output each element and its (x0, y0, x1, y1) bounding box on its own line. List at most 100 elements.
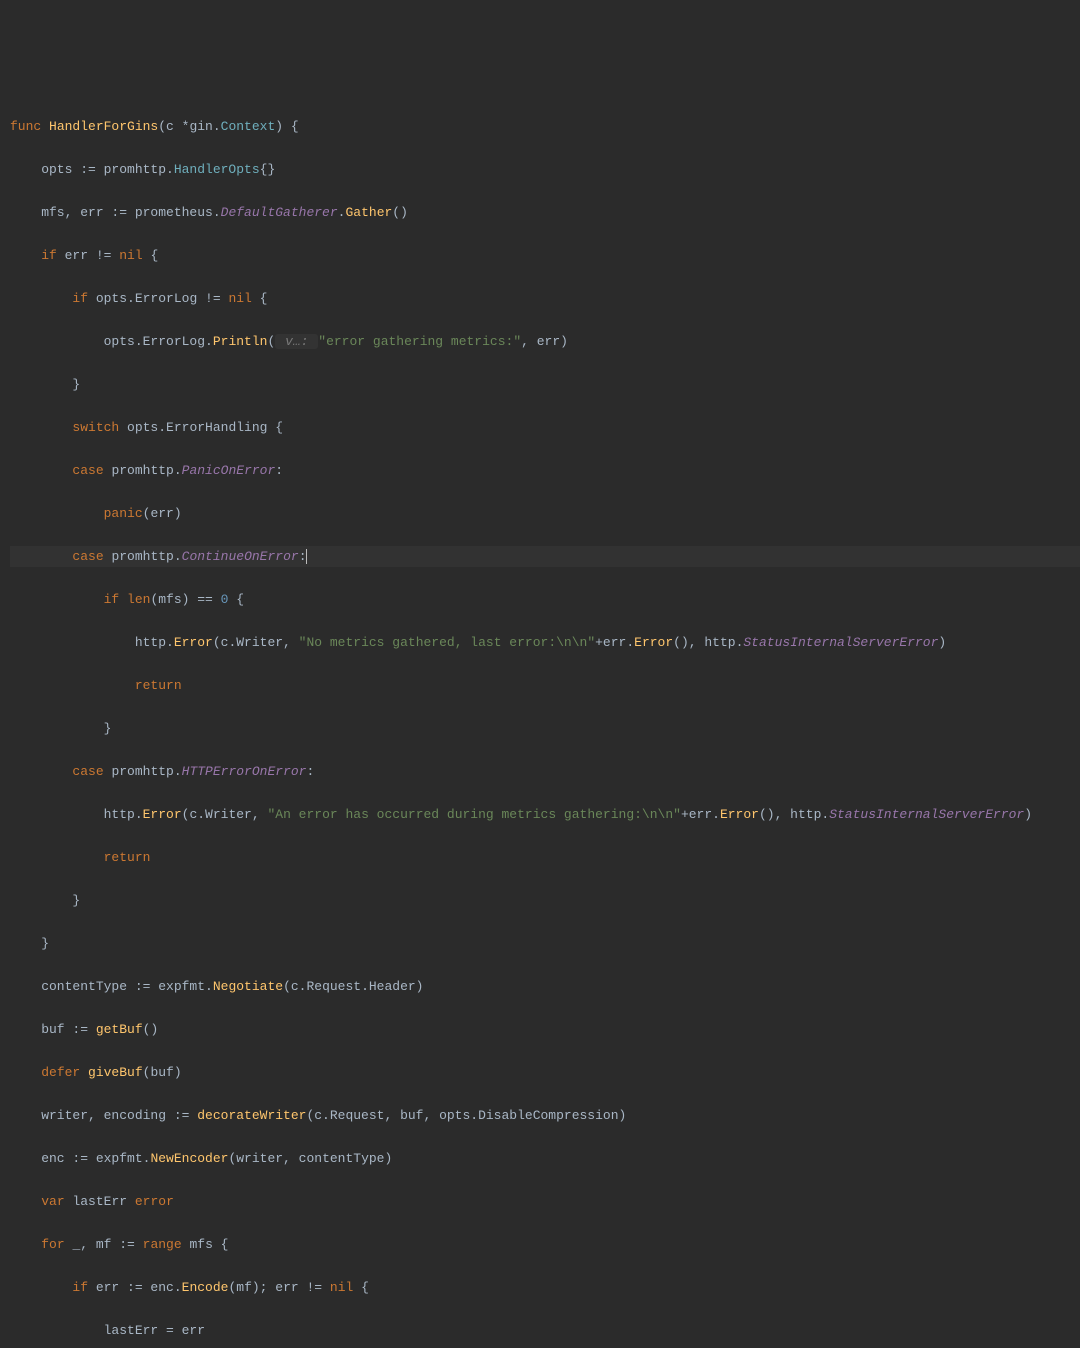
constant: ContinueOnError (182, 549, 299, 564)
code-line[interactable]: defer giveBuf(buf) (10, 1062, 1080, 1084)
function-name: Println (213, 334, 268, 349)
code-line[interactable]: opts := promhttp.HandlerOpts{} (10, 159, 1080, 181)
keyword: if (41, 248, 64, 263)
keyword: case (72, 463, 111, 478)
keyword: nil (119, 248, 150, 263)
keyword: panic (104, 506, 143, 521)
code-text: (mf); err != (228, 1280, 329, 1295)
code-text: opts.ErrorLog != (96, 291, 229, 306)
code-text: (c *gin. (158, 119, 220, 134)
code-line[interactable]: enc := expfmt.NewEncoder(writer, content… (10, 1148, 1080, 1170)
function-name: NewEncoder (150, 1151, 228, 1166)
code-line[interactable]: } (10, 718, 1080, 740)
code-line[interactable]: http.Error(c.Writer, "No metrics gathere… (10, 632, 1080, 654)
code-text: _, mf := (72, 1237, 142, 1252)
code-line[interactable]: if len(mfs) == 0 { (10, 589, 1080, 611)
keyword: range (143, 1237, 190, 1252)
code-line[interactable]: if opts.ErrorLog != nil { (10, 288, 1080, 310)
string-literal: "No metrics gathered, last error:\n\n" (299, 635, 595, 650)
code-line[interactable]: buf := getBuf() (10, 1019, 1080, 1041)
keyword: switch (72, 420, 127, 435)
string-literal: "error gathering metrics:" (318, 334, 521, 349)
code-text (10, 420, 72, 435)
code-line[interactable]: lastErr = err (10, 1320, 1080, 1342)
code-text: promhttp. (111, 764, 181, 779)
code-text: { (150, 248, 158, 263)
type-name: HandlerOpts (174, 162, 260, 177)
code-text: ) { (275, 119, 298, 134)
function-name: Negotiate (213, 979, 283, 994)
code-line[interactable]: } (10, 374, 1080, 396)
parameter-hint: v…: (275, 334, 318, 349)
code-text: { (236, 592, 244, 607)
code-text (10, 1194, 41, 1209)
code-text: lastErr (72, 1194, 134, 1209)
code-line[interactable]: contentType := expfmt.Negotiate(c.Reques… (10, 976, 1080, 998)
code-editor[interactable]: func HandlerForGins(c *gin.Context) { op… (10, 94, 1080, 1348)
code-text: promhttp. (111, 463, 181, 478)
code-line[interactable]: case promhttp.HTTPErrorOnError: (10, 761, 1080, 783)
code-text (10, 1237, 41, 1252)
code-text: opts := promhttp. (10, 162, 174, 177)
keyword: if (104, 592, 127, 607)
code-text: { (361, 1280, 369, 1295)
code-line[interactable]: } (10, 933, 1080, 955)
code-line[interactable]: mfs, err := prometheus.DefaultGatherer.G… (10, 202, 1080, 224)
code-text: } (10, 936, 49, 951)
code-text: lastErr = err (10, 1323, 205, 1338)
code-line[interactable]: if err := enc.Encode(mf); err != nil { (10, 1277, 1080, 1299)
code-text: contentType := expfmt. (10, 979, 213, 994)
code-text: (c.Writer, (213, 635, 299, 650)
code-text (10, 291, 72, 306)
code-text: opts.ErrorHandling { (127, 420, 283, 435)
code-text: buf := (10, 1022, 96, 1037)
code-line[interactable]: func HandlerForGins(c *gin.Context) { (10, 116, 1080, 138)
code-line[interactable]: for _, mf := range mfs { (10, 1234, 1080, 1256)
code-line-active[interactable]: case promhttp.ContinueOnError: (10, 546, 1080, 568)
code-line[interactable]: var lastErr error (10, 1191, 1080, 1213)
keyword: defer (41, 1065, 88, 1080)
code-line[interactable]: http.Error(c.Writer, "An error has occur… (10, 804, 1080, 826)
code-text: (), http. (759, 807, 829, 822)
code-text: err != (65, 248, 120, 263)
code-text: { (260, 291, 268, 306)
function-name: getBuf (96, 1022, 143, 1037)
code-text: () (143, 1022, 159, 1037)
code-text (10, 248, 41, 263)
function-name: Gather (345, 205, 392, 220)
code-text: (), http. (673, 635, 743, 650)
constant: PanicOnError (182, 463, 276, 478)
function-name: Encode (182, 1280, 229, 1295)
code-text (10, 506, 104, 521)
code-text (10, 850, 104, 865)
code-line[interactable]: } (10, 890, 1080, 912)
code-text: : (306, 764, 314, 779)
code-text: , err) (521, 334, 568, 349)
code-line[interactable]: return (10, 675, 1080, 697)
code-text: err := enc. (96, 1280, 182, 1295)
code-text: mfs, err := prometheus. (10, 205, 221, 220)
code-line[interactable]: switch opts.ErrorHandling { (10, 417, 1080, 439)
code-text (10, 1280, 72, 1295)
type-name: error (135, 1194, 174, 1209)
code-text: opts.ErrorLog. (10, 334, 213, 349)
code-text: enc := expfmt. (10, 1151, 150, 1166)
code-line[interactable]: writer, encoding := decorateWriter(c.Req… (10, 1105, 1080, 1127)
keyword: case (72, 549, 111, 564)
keyword: var (41, 1194, 72, 1209)
code-text: () (392, 205, 408, 220)
code-text: (c.Writer, (182, 807, 268, 822)
keyword: for (41, 1237, 72, 1252)
code-text (10, 678, 135, 693)
code-line[interactable]: return (10, 847, 1080, 869)
code-line[interactable]: panic(err) (10, 503, 1080, 525)
code-text (10, 1065, 41, 1080)
code-line[interactable]: case promhttp.PanicOnError: (10, 460, 1080, 482)
code-line[interactable]: if err != nil { (10, 245, 1080, 267)
code-text: mfs { (189, 1237, 228, 1252)
function-name: decorateWriter (197, 1108, 306, 1123)
keyword: return (135, 678, 182, 693)
code-line[interactable]: opts.ErrorLog.Println( v…: "error gather… (10, 331, 1080, 353)
keyword: if (72, 291, 95, 306)
constant: HTTPErrorOnError (182, 764, 307, 779)
